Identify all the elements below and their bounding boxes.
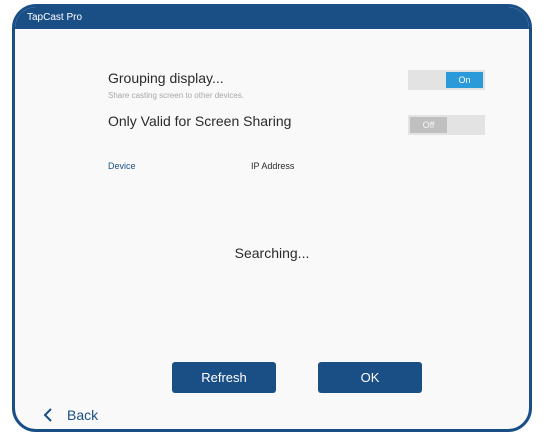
screen-sharing-toggle[interactable]: Off (408, 115, 485, 135)
searching-status: Searching... (234, 245, 310, 261)
column-header-ip-address: IP Address (251, 161, 295, 171)
column-header-device: Device (108, 161, 136, 171)
grouping-display-title: Grouping display... (108, 70, 224, 86)
ok-button[interactable]: OK (318, 362, 422, 393)
toggle-on-label: On (446, 72, 483, 88)
app-title: TapCast Pro (27, 12, 83, 23)
grouping-display-toggle[interactable]: On (408, 70, 485, 90)
toggle-off-label: Off (410, 117, 447, 133)
grouping-display-subtitle: Share casting screen to other devices. (108, 91, 245, 100)
back-label: Back (67, 407, 99, 423)
app-window: TapCast Pro Grouping display... Share ca… (12, 4, 532, 432)
chevron-left-icon (43, 408, 52, 422)
screen-sharing-title: Only Valid for Screen Sharing (108, 113, 292, 129)
refresh-button[interactable]: Refresh (172, 362, 276, 393)
back-button[interactable]: Back (43, 405, 98, 425)
title-bar: TapCast Pro (15, 7, 529, 29)
